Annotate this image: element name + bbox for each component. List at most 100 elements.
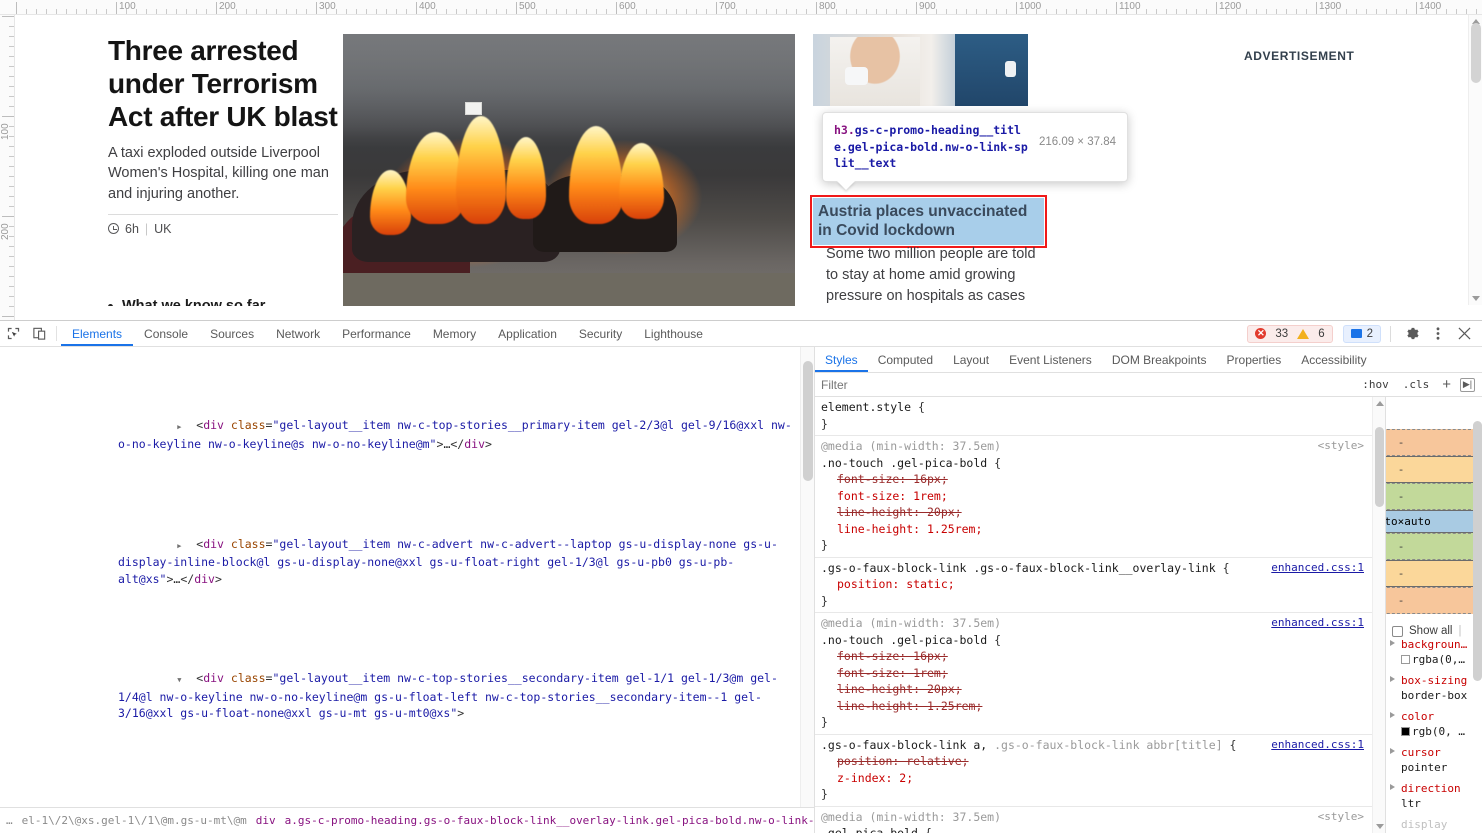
box-model-border-bottom[interactable]: - bbox=[1385, 560, 1476, 587]
computed-property[interactable]: colorrgb(0, … bbox=[1390, 709, 1482, 739]
tab-memory[interactable]: Memory bbox=[422, 321, 487, 346]
css-rule-source[interactable]: <style> bbox=[1318, 809, 1364, 826]
breadcrumb-overflow-left[interactable]: … bbox=[6, 814, 13, 827]
device-toolbar-icon[interactable] bbox=[26, 321, 52, 346]
css-rule-source[interactable]: <style> bbox=[1318, 438, 1364, 455]
computed-scrollbar[interactable] bbox=[1473, 421, 1482, 833]
css-rule[interactable]: enhanced.css:1.gs-o-faux-block-link .gs-… bbox=[815, 558, 1372, 614]
tab-console[interactable]: Console bbox=[133, 321, 199, 346]
show-all-checkbox[interactable] bbox=[1392, 626, 1403, 637]
dom-scroll-thumb[interactable] bbox=[803, 361, 813, 481]
sidebar-tab-accessibility[interactable]: Accessibility bbox=[1291, 347, 1376, 372]
sidebar-tab-styles[interactable]: Styles bbox=[815, 347, 868, 372]
css-declaration[interactable]: font-size: 1rem; bbox=[821, 488, 1366, 505]
dom-node-row[interactable]: <div class="gel-layout__item nw-c-top-st… bbox=[0, 401, 800, 469]
color-swatch-icon[interactable] bbox=[1401, 727, 1410, 736]
css-rule-source[interactable]: enhanced.css:1 bbox=[1271, 737, 1364, 754]
expand-triangle-icon[interactable] bbox=[187, 536, 196, 555]
box-model-margin[interactable]: - bbox=[1385, 429, 1476, 456]
css-rule[interactable]: enhanced.css:1@media (min-width: 37.5em)… bbox=[815, 613, 1372, 735]
computed-property[interactable]: backgroun…rgba(0,… bbox=[1390, 637, 1482, 667]
page-scroll-thumb[interactable] bbox=[1471, 23, 1481, 83]
css-source-link[interactable]: enhanced.css:1 bbox=[1271, 616, 1364, 629]
gear-icon[interactable] bbox=[1400, 322, 1424, 346]
css-declaration[interactable]: line-height: 1.25rem; bbox=[821, 698, 1366, 715]
primary-story[interactable]: Three arrested under Terrorism Act after… bbox=[108, 34, 338, 236]
tab-lighthouse[interactable]: Lighthouse bbox=[633, 321, 714, 346]
expand-triangle-icon[interactable] bbox=[1390, 676, 1395, 682]
css-declaration[interactable]: font-size: 16px; bbox=[821, 648, 1366, 665]
css-rule[interactable]: element.style {} bbox=[815, 397, 1372, 436]
css-rule-source[interactable]: enhanced.css:1 bbox=[1271, 615, 1364, 632]
tab-security[interactable]: Security bbox=[568, 321, 633, 346]
scroll-down-arrow-icon[interactable] bbox=[1472, 296, 1480, 301]
computed-property[interactable]: displayinline bbox=[1390, 817, 1482, 833]
page-scrollbar[interactable] bbox=[1468, 15, 1482, 305]
css-declaration[interactable]: line-height: 1.25rem; bbox=[821, 521, 1366, 538]
css-rule[interactable]: enhanced.css:1.gs-o-faux-block-link a, .… bbox=[815, 735, 1372, 807]
computed-property[interactable]: box-sizingborder-box bbox=[1390, 673, 1482, 703]
box-model-padding-top[interactable]: - bbox=[1385, 483, 1476, 510]
scroll-up-arrow-icon[interactable] bbox=[1376, 401, 1384, 406]
sidebar-tab-properties[interactable]: Properties bbox=[1217, 347, 1292, 372]
dom-node-row[interactable]: <div class="gel-layout__item nw-c-advert… bbox=[0, 519, 800, 604]
css-source-link[interactable]: enhanced.css:1 bbox=[1271, 738, 1364, 751]
tab-application[interactable]: Application bbox=[487, 321, 568, 346]
dom-node-row[interactable]: <div class="gs-c-promo nw-c-promo gs-o-f… bbox=[0, 788, 800, 807]
css-scroll-thumb[interactable] bbox=[1375, 427, 1384, 507]
tab-performance[interactable]: Performance bbox=[331, 321, 422, 346]
tab-elements[interactable]: Elements bbox=[61, 321, 133, 346]
message-counter[interactable]: 2 bbox=[1343, 325, 1381, 343]
close-icon[interactable] bbox=[1452, 322, 1476, 346]
box-model-padding-bottom[interactable]: - bbox=[1385, 533, 1476, 560]
related-link-label[interactable]: What we know so far bbox=[122, 298, 265, 306]
css-rule-source[interactable]: enhanced.css:1 bbox=[1271, 560, 1364, 577]
dom-tree-scrollbar[interactable] bbox=[800, 347, 814, 807]
breadcrumb-item[interactable]: el-1\/2\@xs.gel-1\/1\@m.gs-u-mt\@m bbox=[22, 814, 247, 827]
css-declaration[interactable]: position: static; bbox=[821, 576, 1366, 593]
breadcrumb[interactable]: … el-1\/2\@xs.gel-1\/1\@m.gs-u-mt\@m div a.… bbox=[0, 807, 814, 833]
sidebar-tab-layout[interactable]: Layout bbox=[943, 347, 999, 372]
css-rule[interactable]: <style>@media (min-width: 37.5em).no-tou… bbox=[815, 436, 1372, 558]
more-options-icon[interactable] bbox=[1426, 322, 1450, 346]
expand-triangle-icon[interactable] bbox=[1390, 784, 1395, 790]
expand-triangle-icon[interactable] bbox=[187, 417, 196, 436]
computed-properties-list[interactable]: backgroun…rgba(0,… box-sizingborder-box co… bbox=[1386, 637, 1482, 833]
breadcrumb-item[interactable]: a.gs-c-promo-heading.gs-o-faux-block-lin… bbox=[285, 814, 814, 827]
collapse-triangle-icon[interactable] bbox=[187, 670, 196, 689]
css-declaration[interactable]: line-height: 20px; bbox=[821, 681, 1366, 698]
css-selector[interactable]: element.style { bbox=[821, 399, 1366, 416]
inspect-element-icon[interactable] bbox=[0, 321, 26, 346]
dom-tree[interactable]: <div class="gel-layout__item nw-c-top-st… bbox=[0, 347, 800, 807]
color-swatch-icon[interactable] bbox=[1401, 655, 1410, 664]
dom-node-row[interactable]: <div class="gel-layout__item nw-c-top-st… bbox=[0, 654, 800, 739]
show-all-row[interactable]: Show all | bbox=[1392, 625, 1461, 637]
styles-filter-input[interactable] bbox=[819, 377, 1352, 393]
css-declaration[interactable]: font-size: 1rem; bbox=[821, 665, 1366, 682]
tab-sources[interactable]: Sources bbox=[199, 321, 265, 346]
sidebar-tab-event-listeners[interactable]: Event Listeners bbox=[999, 347, 1102, 372]
css-declaration[interactable]: font-size: 16px; bbox=[821, 471, 1366, 488]
css-source-link[interactable]: enhanced.css:1 bbox=[1271, 561, 1364, 574]
css-declaration[interactable]: z-index: 2; bbox=[821, 770, 1366, 787]
css-declaration[interactable]: line-height: 20px; bbox=[821, 504, 1366, 521]
box-model-content[interactable]: auto×auto bbox=[1385, 510, 1476, 533]
console-counters[interactable]: ✕ 33 6 bbox=[1247, 325, 1332, 343]
secondary-headline-selected[interactable]: Austria places unvaccinated in Covid loc… bbox=[813, 198, 1044, 245]
computed-scroll-thumb[interactable] bbox=[1473, 421, 1482, 681]
class-toggle-button[interactable]: .cls bbox=[1399, 378, 1434, 391]
primary-headline[interactable]: Three arrested under Terrorism Act after… bbox=[108, 34, 338, 133]
scroll-down-arrow-icon[interactable] bbox=[1376, 824, 1384, 829]
tab-network[interactable]: Network bbox=[265, 321, 331, 346]
hover-state-button[interactable]: :hov bbox=[1358, 378, 1393, 391]
box-model-border[interactable]: - bbox=[1385, 456, 1476, 483]
css-rules-list[interactable]: element.style {}<style>@media (min-width… bbox=[815, 397, 1372, 833]
box-model-diagram[interactable]: - - - auto×auto - - - bbox=[1385, 429, 1476, 614]
sidebar-tab-computed[interactable]: Computed bbox=[868, 347, 943, 372]
new-style-rule-button[interactable]: + bbox=[1439, 376, 1454, 393]
css-rules-scrollbar[interactable] bbox=[1372, 397, 1385, 833]
computed-sidebar-toggle-icon[interactable]: ▶| bbox=[1460, 378, 1475, 392]
computed-property[interactable]: directionltr bbox=[1390, 781, 1482, 811]
sidebar-tab-dom-breakpoints[interactable]: DOM Breakpoints bbox=[1102, 347, 1217, 372]
breadcrumb-item[interactable]: div bbox=[256, 814, 276, 827]
